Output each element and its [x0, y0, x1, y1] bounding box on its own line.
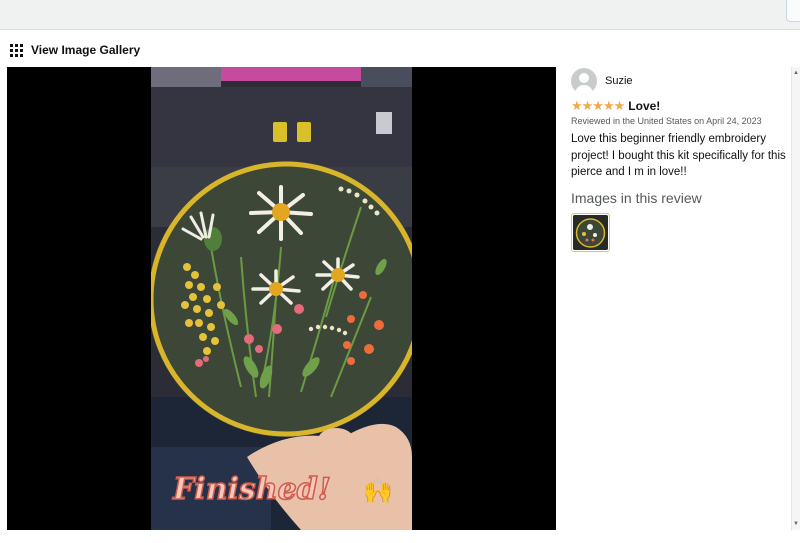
- review-image-thumbnail[interactable]: [571, 212, 610, 252]
- image-viewer[interactable]: Finished! 🙌: [7, 67, 556, 530]
- review-scrollbar[interactable]: ▲ ▼: [791, 67, 800, 530]
- browser-top-bar: [0, 0, 800, 30]
- grid-icon: [10, 43, 23, 57]
- review-panel: Suzie ★★★★★ Love! Reviewed in the United…: [571, 67, 791, 252]
- thumbnail-image: [573, 214, 608, 250]
- embroidery-photo-illustration: Finished! 🙌: [151, 67, 412, 530]
- review-body: Love this beginner friendly embroidery p…: [571, 133, 786, 178]
- view-image-gallery-label: View Image Gallery: [31, 43, 141, 57]
- raised-hands-emoji: 🙌: [363, 478, 393, 505]
- top-right-corner-tab[interactable]: [786, 0, 800, 22]
- view-image-gallery-link[interactable]: View Image Gallery: [10, 41, 140, 59]
- scroll-up-arrow-icon[interactable]: ▲: [793, 70, 799, 76]
- review-photo: Finished! 🙌: [151, 67, 412, 530]
- daisy-large: [249, 185, 313, 241]
- finished-caption: Finished!: [172, 472, 331, 507]
- reviewer-profile[interactable]: Suzie: [571, 67, 791, 94]
- scroll-down-arrow-icon[interactable]: ▼: [793, 521, 799, 527]
- review-meta: Reviewed in the United States on April 2…: [571, 116, 762, 126]
- star-rating-icon: ★★★★★: [571, 98, 625, 113]
- review-rating-row: ★★★★★ Love!: [571, 98, 791, 113]
- review-title: Love!: [628, 98, 661, 113]
- reviewer-name: Suzie: [605, 74, 633, 87]
- avatar-icon: [571, 67, 597, 94]
- images-in-review-heading: Images in this review: [571, 189, 702, 206]
